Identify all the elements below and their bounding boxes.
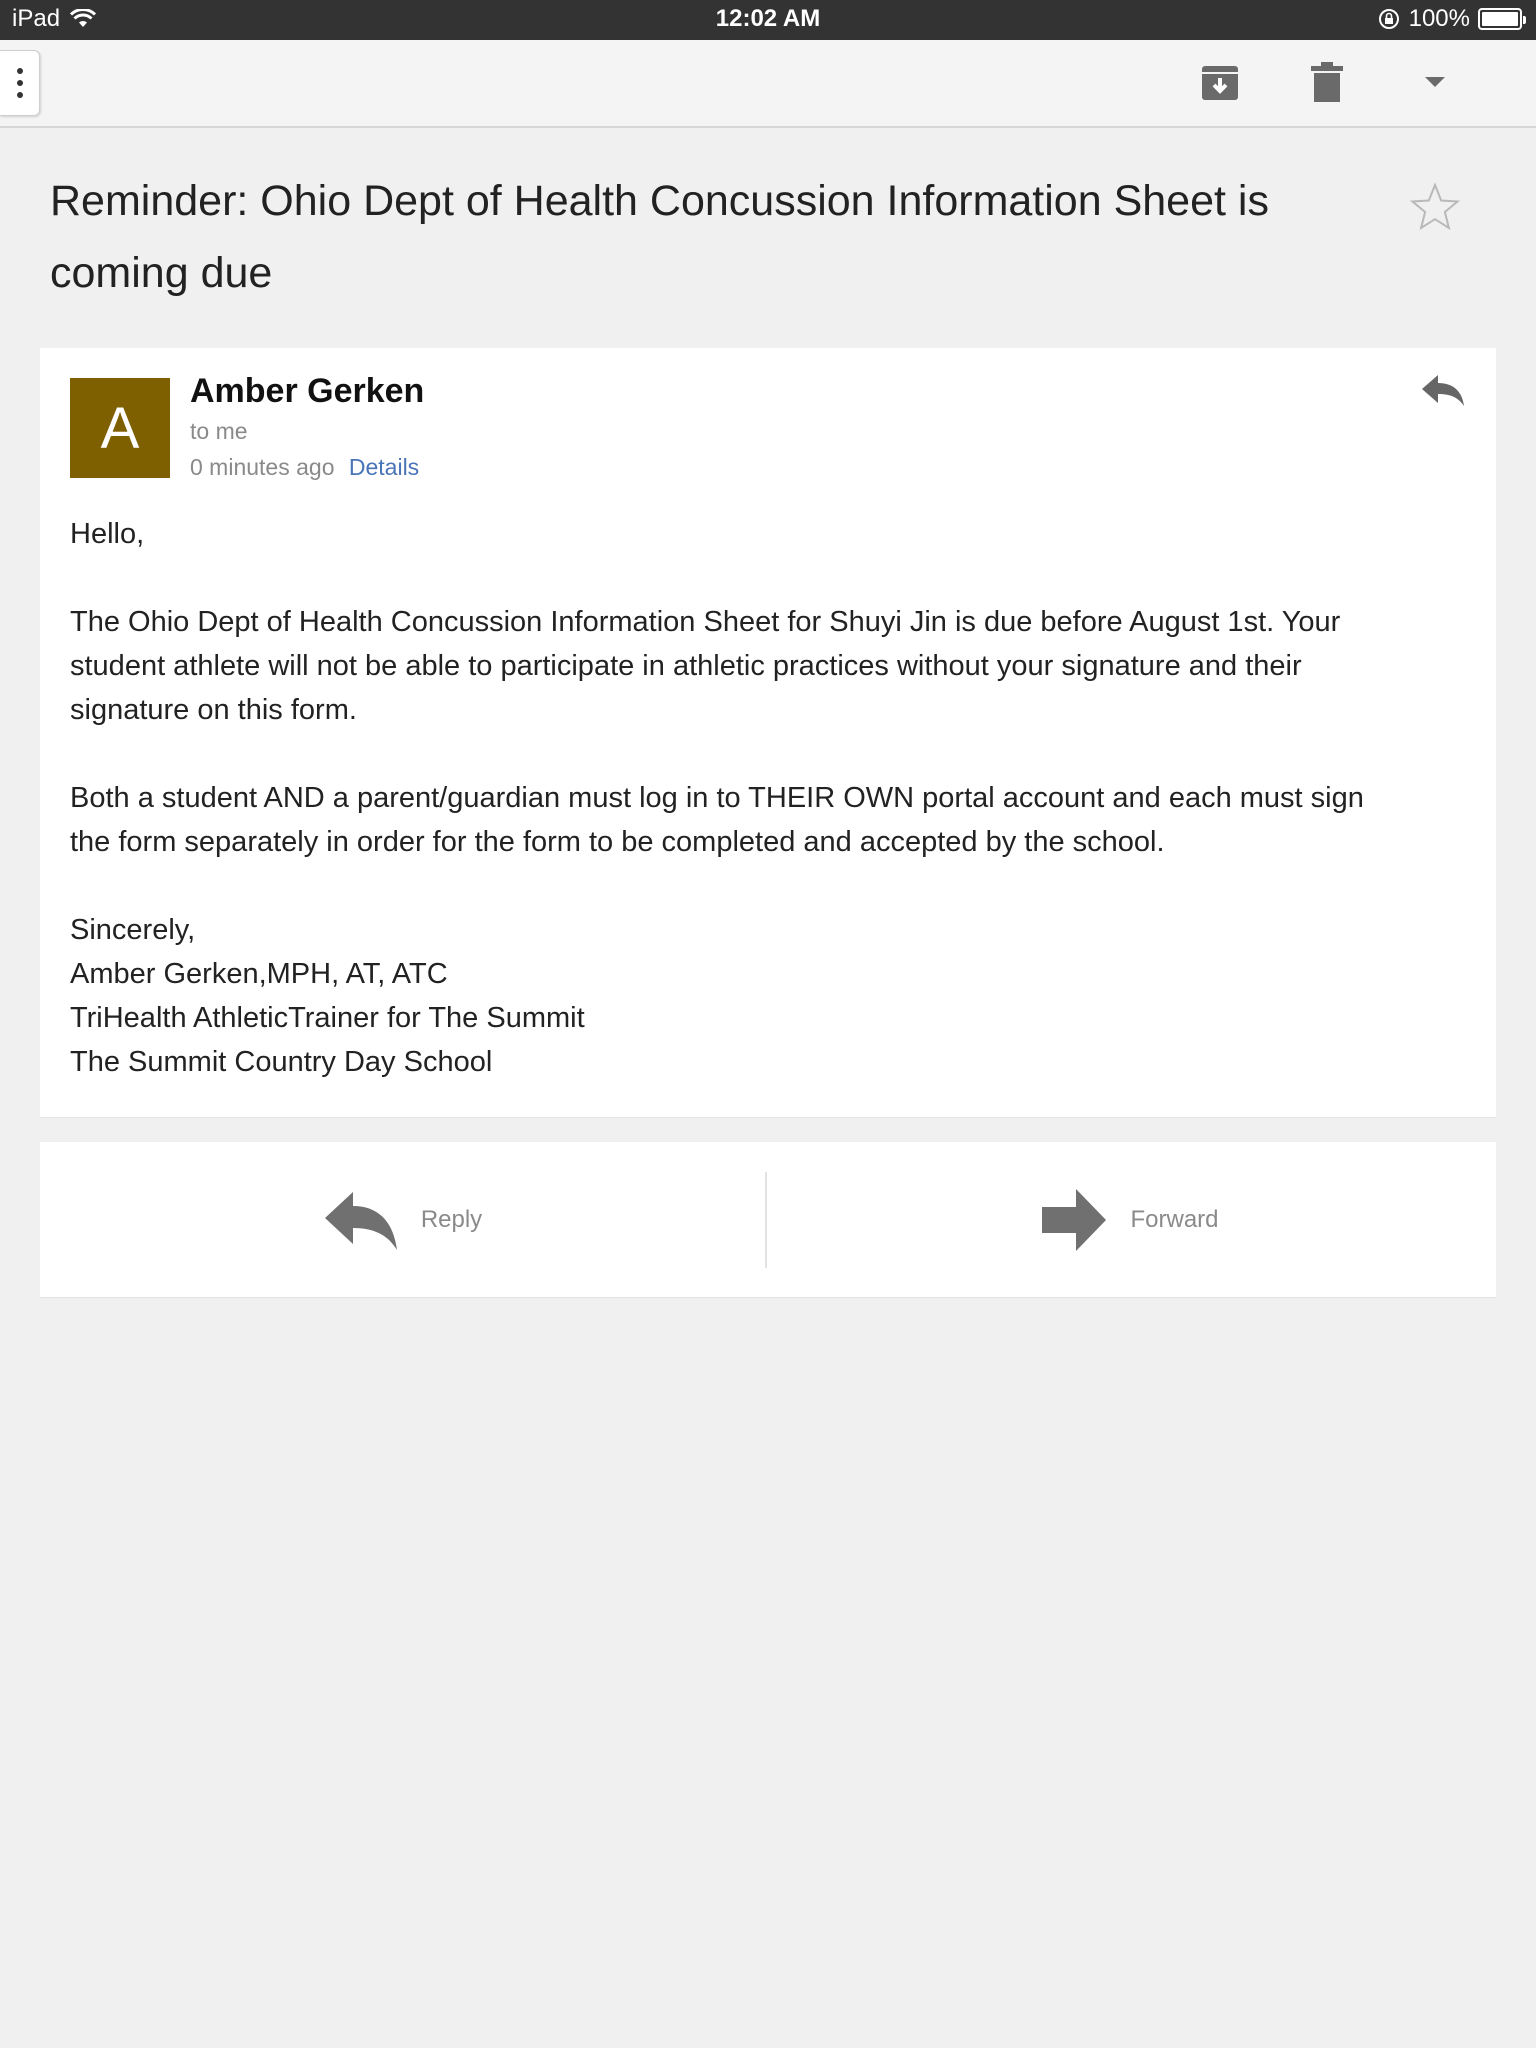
body-paragraph-1-line-3: signature on this form. [70, 694, 357, 726]
subject-line-1: Reminder: Ohio Dept of Health Concussion… [50, 177, 1269, 225]
subject-line-2: coming due [50, 249, 273, 297]
message-card: A Amber Gerken to me 0 minutes ago Detai… [40, 348, 1496, 1118]
body-greeting: Hello, [70, 518, 145, 550]
reply-icon[interactable] [1420, 368, 1466, 414]
forward-label: Forward [1130, 1206, 1219, 1233]
toolbar [0, 40, 1536, 128]
battery-icon [1478, 8, 1526, 30]
reply-button[interactable]: Reply [40, 1142, 765, 1298]
rotation-lock-icon [1378, 9, 1399, 29]
time-line: 0 minutes ago Details [190, 454, 419, 481]
star-icon[interactable] [1410, 182, 1460, 232]
more-vertical-icon[interactable] [0, 50, 40, 116]
body-paragraph-1-line-2: student athlete will not be able to part… [70, 650, 1302, 682]
email-subject: Reminder: Ohio Dept of Health Concussion… [50, 165, 1330, 309]
message-body: Hello, The Ohio Dept of Health Concussio… [70, 512, 1470, 1084]
details-link[interactable]: Details [349, 454, 419, 480]
signature-name: Amber Gerken,MPH, AT, ATC [70, 958, 448, 990]
body-closing: Sincerely, [70, 914, 196, 946]
battery-fill [1482, 12, 1518, 26]
body-paragraph-1-line-1: The Ohio Dept of Health Concussion Infor… [70, 606, 1341, 638]
avatar: A [70, 378, 170, 478]
reply-large-icon [324, 1192, 397, 1250]
status-right: 100% [1377, 5, 1526, 33]
recipient-line: to me [190, 418, 248, 444]
action-bar: Reply Forward [40, 1142, 1496, 1298]
trash-icon [1311, 62, 1343, 102]
more-options-button[interactable] [1411, 58, 1459, 106]
status-bar: iPad 12:02 AM 100% [0, 0, 1536, 40]
body-paragraph-2-line-2: the form separately in order for the for… [70, 826, 1165, 858]
status-time: 12:02 AM [715, 5, 821, 32]
forward-arrow-icon [1042, 1189, 1107, 1251]
sender-name[interactable]: Amber Gerken [190, 372, 424, 411]
signature-title: TriHealth AthleticTrainer for The Summit [70, 1002, 585, 1034]
archive-button[interactable] [1196, 58, 1244, 106]
caret-down-icon [1425, 77, 1445, 87]
body-paragraph-2-line-1: Both a student AND a parent/guardian mus… [70, 782, 1364, 814]
forward-button[interactable]: Forward [767, 1142, 1492, 1298]
archive-icon [1202, 66, 1238, 100]
signature-org: The Summit Country Day School [70, 1046, 493, 1078]
delete-button[interactable] [1303, 58, 1351, 106]
battery-percent: 100% [1408, 5, 1470, 32]
reply-label: Reply [420, 1206, 483, 1233]
message-time: 0 minutes ago [190, 454, 335, 480]
avatar-initial: A [100, 395, 140, 461]
